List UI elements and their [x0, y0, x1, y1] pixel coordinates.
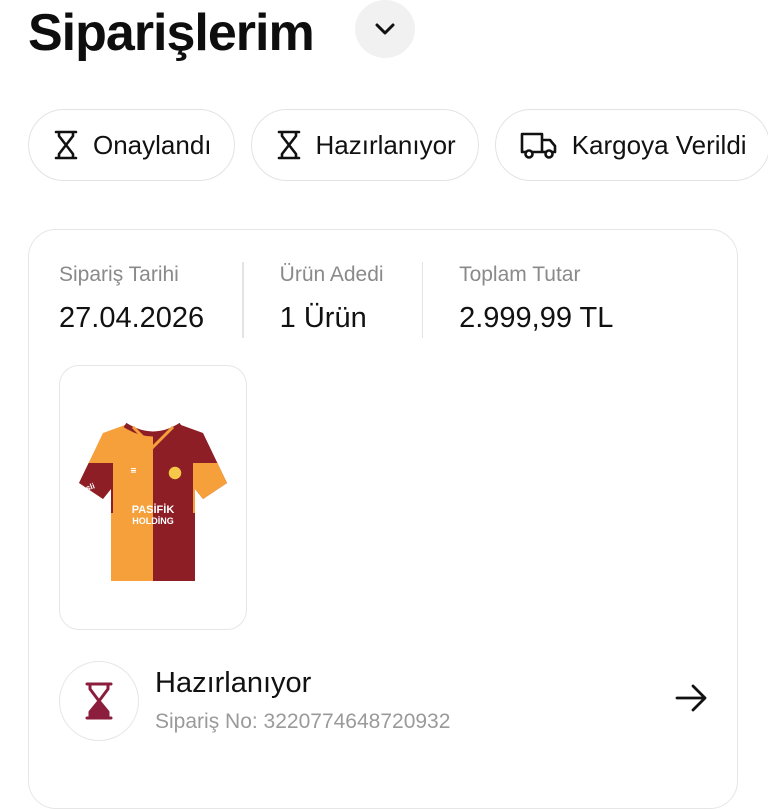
order-meta: Sipariş Tarihi 27.04.2026 Ürün Adedi 1 Ü… [59, 258, 613, 340]
order-quantity: Ürün Adedi 1 Ürün [280, 258, 384, 340]
order-date-value: 27.04.2026 [59, 302, 205, 334]
filter-label: Onaylandı [93, 129, 212, 160]
order-total-value: 2.999,99 TL [459, 302, 614, 334]
filter-hazirlaniyor[interactable]: Hazırlanıyor [250, 109, 479, 181]
jersey-sponsor-line2: HOLDİNG [132, 516, 174, 526]
arrow-right-icon[interactable] [675, 683, 709, 718]
product-thumbnail[interactable]: ≡ PASİFİK HOLDİNG sli [59, 365, 247, 630]
order-card[interactable]: Sipariş Tarihi 27.04.2026 Ürün Adedi 1 Ü… [28, 229, 738, 809]
order-number-value: 3220774648720932 [263, 710, 451, 733]
filter-label: Kargoya Verildi [571, 129, 747, 160]
order-status-row[interactable]: Hazırlanıyor Sipariş No: 322077464872093… [59, 661, 709, 741]
order-date: Sipariş Tarihi 27.04.2026 [59, 258, 204, 340]
jersey-image: ≡ PASİFİK HOLDİNG sli [79, 422, 227, 581]
status-icon-circle [59, 661, 139, 741]
divider [421, 262, 424, 338]
hourglass-icon [85, 682, 113, 720]
hourglass-icon [53, 130, 79, 160]
order-number: Sipariş No: 3220774648720932 [155, 707, 450, 737]
order-date-label: Sipariş Tarihi [59, 263, 179, 286]
truck-icon [520, 130, 558, 160]
order-status-title: Hazırlanıyor [155, 667, 312, 699]
filter-kargoya-verildi[interactable]: Kargoya Verildi [494, 109, 768, 181]
order-total-label: Toplam Tutar [459, 263, 581, 286]
title-dropdown-button[interactable] [355, 0, 415, 58]
order-total: Toplam Tutar 2.999,99 TL [459, 258, 613, 340]
hourglass-icon [276, 130, 302, 160]
order-number-label: Sipariş No: [155, 710, 258, 733]
divider [242, 262, 244, 338]
order-quantity-value: 1 Ürün [279, 302, 367, 334]
chevron-down-icon [375, 23, 395, 35]
jersey-sponsor-line1: PASİFİK [132, 503, 175, 516]
filter-label: Hazırlanıyor [315, 129, 456, 160]
status-filters: Onaylandı Hazırlanıyor Kargoya Verildi [28, 109, 768, 181]
svg-text:≡: ≡ [130, 466, 137, 475]
page-title: Siparişlerim [28, 4, 315, 62]
order-quantity-label: Ürün Adedi [279, 263, 384, 286]
filter-onaylandi[interactable]: Onaylandı [28, 109, 235, 181]
